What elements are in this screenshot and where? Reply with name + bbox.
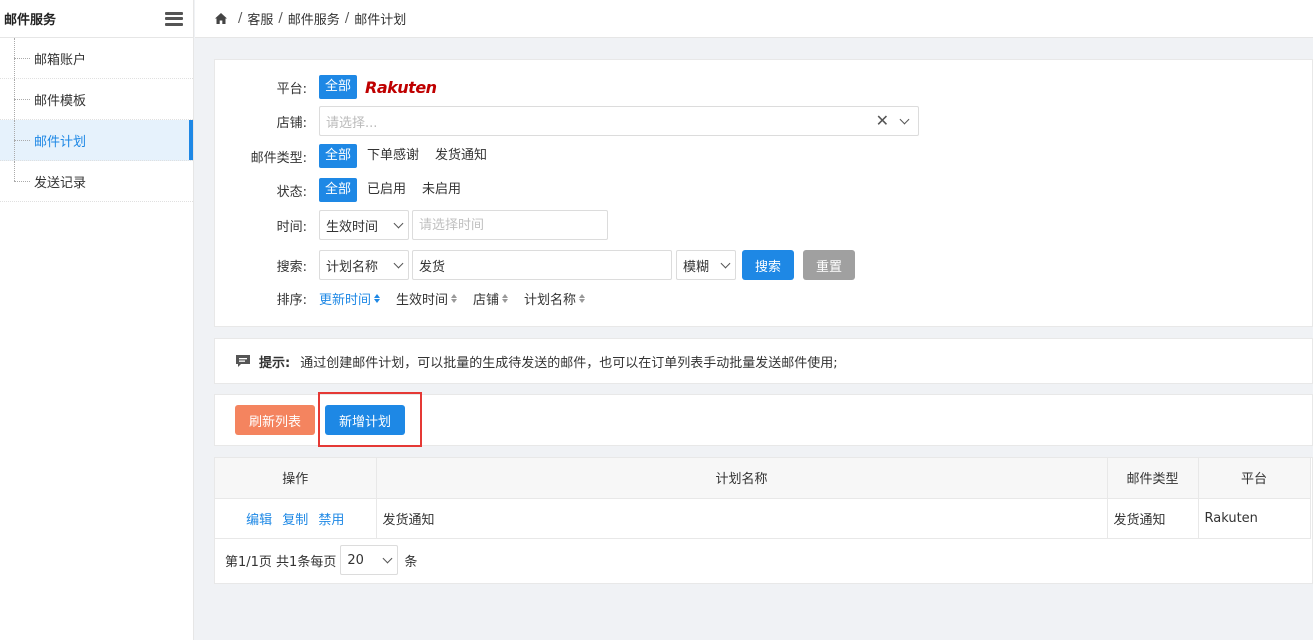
match-mode-select[interactable]: 模糊 <box>676 250 736 280</box>
platform-filter-row: 平台: 全部 Rakuten <box>215 75 437 99</box>
sidebar-item-send-records[interactable]: 发送记录 <box>0 161 193 202</box>
time-type-select[interactable]: 生效时间 <box>319 210 409 240</box>
breadcrumb-item-current: 邮件计划 <box>354 13 407 28</box>
table-panel: 操作 计划名称 邮件类型 平台 编辑 复制 禁用 发货通知 发货通知 Rakut… <box>214 457 1313 584</box>
shop-select-placeholder: 请选择... <box>326 115 378 131</box>
time-type-value: 生效时间 <box>326 219 379 235</box>
match-mode-value: 模糊 <box>683 259 710 275</box>
sidebar-item-label: 邮箱账户 <box>34 52 87 68</box>
plan-name-cell: 发货通知 <box>376 498 1108 539</box>
mail-type-option-order-thanks[interactable]: 下单感谢 <box>361 144 425 168</box>
search-label: 搜索: <box>276 259 307 275</box>
status-label: 状态: <box>276 184 307 200</box>
mail-type-filter-row: 邮件类型: 全部 下单感谢 发货通知 <box>215 144 497 168</box>
sidebar-item-label: 邮件模板 <box>34 93 87 109</box>
breadcrumb-item[interactable]: 邮件服务 <box>288 9 340 28</box>
search-filter-row: 搜索: 计划名称 模糊 搜索 重置 <box>215 250 855 280</box>
column-header-mail-type: 邮件类型 <box>1107 458 1199 499</box>
sort-by-update-time[interactable]: 更新时间 <box>319 289 381 308</box>
search-field-value: 计划名称 <box>326 259 379 275</box>
pager-summary: 第1/1页 共1条每页 <box>225 554 337 570</box>
shop-select[interactable]: 请选择... ✕ <box>319 106 919 136</box>
rakuten-logo[interactable]: Rakuten <box>365 78 437 97</box>
chevron-down-icon <box>720 258 731 268</box>
page-size-select[interactable]: 20 <box>340 545 399 575</box>
sidebar-item-mail-plans[interactable]: 邮件计划 <box>0 120 193 161</box>
plans-table: 操作 计划名称 邮件类型 平台 编辑 复制 禁用 发货通知 发货通知 Rakut… <box>215 458 1311 539</box>
column-header-actions: 操作 <box>215 458 377 499</box>
sort-icon <box>451 294 458 303</box>
status-option-enabled[interactable]: 已启用 <box>361 178 412 202</box>
time-range-input[interactable] <box>412 210 608 240</box>
sort-label: 排序: <box>276 293 307 308</box>
sort-by-effective-time[interactable]: 生效时间 <box>396 289 458 308</box>
search-field-select[interactable]: 计划名称 <box>319 250 409 280</box>
shop-label: 店铺: <box>276 115 307 131</box>
filter-panel: 平台: 全部 Rakuten 店铺: 请选择... ✕ 邮件类型: 全部 下单感… <box>214 59 1313 327</box>
add-plan-button[interactable]: 新增计划 <box>325 405 405 435</box>
page-size-value: 20 <box>347 552 364 568</box>
chevron-down-icon <box>393 218 404 228</box>
tip-panel: 提示: 通过创建邮件计划，可以批量的生成待发送的邮件，也可以在订单列表手动批量发… <box>214 338 1313 384</box>
pager-unit: 条 <box>404 554 418 570</box>
sidebar-header: 邮件服务 <box>0 0 193 38</box>
chevron-down-icon <box>382 553 393 563</box>
mail-type-cell: 发货通知 <box>1107 498 1199 539</box>
mail-type-option-all[interactable]: 全部 <box>319 144 358 168</box>
chevron-down-icon <box>899 114 910 124</box>
status-option-disabled[interactable]: 未启用 <box>416 178 467 202</box>
sort-icon <box>579 294 586 303</box>
action-panel: 刷新列表 新增计划 <box>214 394 1313 446</box>
disable-link[interactable]: 禁用 <box>318 513 344 528</box>
mail-type-option-shipping-notice[interactable]: 发货通知 <box>429 144 493 168</box>
platform-option-all[interactable]: 全部 <box>319 75 358 99</box>
pagination: 第1/1页 共1条每页 20 条 <box>225 545 417 575</box>
table-header-row: 操作 计划名称 邮件类型 平台 <box>215 458 1311 499</box>
chevron-down-icon <box>393 258 404 268</box>
active-indicator <box>189 120 193 160</box>
comment-icon <box>236 355 250 367</box>
sort-row: 排序: 更新时间 生效时间 店铺 计划名称 <box>215 289 601 308</box>
sidebar-title: 邮件服务 <box>4 13 57 28</box>
menu-toggle-icon[interactable] <box>165 11 183 26</box>
sidebar-item-label: 邮件计划 <box>34 134 87 150</box>
time-label: 时间: <box>276 219 307 235</box>
refresh-list-button[interactable]: 刷新列表 <box>235 405 315 435</box>
sidebar-item-label: 发送记录 <box>34 175 87 191</box>
sort-icon <box>374 294 381 303</box>
breadcrumb: / 客服 / 邮件服务 / 邮件计划 <box>195 0 1313 38</box>
sidebar: 邮件服务 邮箱账户 邮件模板 邮件计划 发送记录 <box>0 0 194 640</box>
time-filter-row: 时间: 生效时间 <box>215 210 608 240</box>
table-row: 编辑 复制 禁用 发货通知 发货通知 Rakuten <box>215 498 1311 539</box>
edit-link[interactable]: 编辑 <box>246 513 272 528</box>
status-option-all[interactable]: 全部 <box>319 178 358 202</box>
search-button[interactable]: 搜索 <box>742 250 794 280</box>
platform-label: 平台: <box>276 81 307 97</box>
column-header-plan-name: 计划名称 <box>376 458 1108 499</box>
breadcrumb-item[interactable]: 客服 <box>247 9 273 28</box>
shop-filter-row: 店铺: 请选择... ✕ <box>215 106 919 136</box>
column-header-platform: 平台 <box>1198 458 1311 499</box>
tip-text: 通过创建邮件计划，可以批量的生成待发送的邮件，也可以在订单列表手动批量发送邮件使… <box>300 355 838 371</box>
sort-by-plan-name[interactable]: 计划名称 <box>524 289 586 308</box>
sidebar-item-mail-accounts[interactable]: 邮箱账户 <box>0 38 193 79</box>
tip-label: 提示: <box>259 355 291 371</box>
search-input[interactable] <box>412 250 672 280</box>
home-icon[interactable] <box>215 13 227 24</box>
clear-icon[interactable]: ✕ <box>876 113 889 129</box>
sort-by-shop[interactable]: 店铺 <box>473 289 509 308</box>
sort-icon <box>502 294 509 303</box>
copy-link[interactable]: 复制 <box>282 513 308 528</box>
platform-cell: Rakuten <box>1198 498 1311 539</box>
sidebar-item-mail-templates[interactable]: 邮件模板 <box>0 79 193 120</box>
status-filter-row: 状态: 全部 已启用 未启用 <box>215 178 471 202</box>
mail-type-label: 邮件类型: <box>250 150 307 166</box>
reset-button[interactable]: 重置 <box>803 250 855 280</box>
row-actions-cell: 编辑 复制 禁用 <box>215 498 377 539</box>
